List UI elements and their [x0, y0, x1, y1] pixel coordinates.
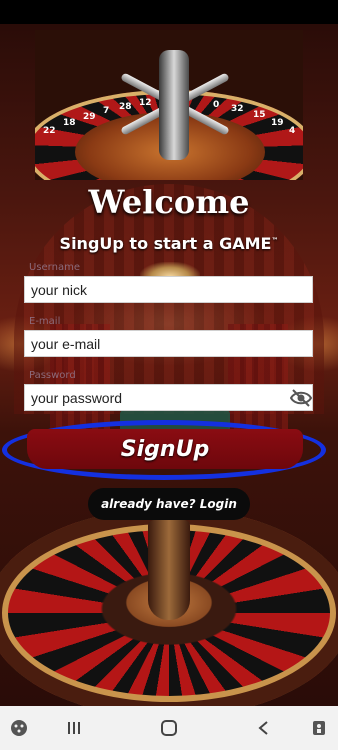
status-bar — [0, 0, 338, 24]
email-field[interactable]: your e-mail — [24, 330, 313, 357]
username-label: Username — [29, 262, 80, 273]
wheel-number: 29 — [83, 112, 96, 122]
welcome-title: Welcome — [88, 183, 250, 221]
email-label: E-mail — [29, 316, 61, 327]
back-icon[interactable] — [248, 706, 280, 750]
hero-roulette-image: 22 18 29 7 28 12 0 32 15 19 4 — [35, 30, 303, 180]
hero-spindle — [159, 50, 189, 160]
wheel-number: 32 — [231, 104, 244, 114]
wheel-number: 19 — [271, 118, 284, 128]
subtitle: SingUp to start a GAME™ — [0, 234, 338, 253]
wheel-number: 4 — [289, 126, 296, 136]
wheel-number: 18 — [63, 118, 76, 128]
wheel-number: 28 — [119, 102, 132, 112]
wheel-number: 12 — [139, 98, 152, 108]
system-nav-bar — [0, 706, 338, 750]
username-field[interactable]: your nick — [24, 276, 313, 303]
password-label: Password — [29, 370, 76, 381]
game-icon[interactable] — [4, 706, 34, 750]
wheel-number: 7 — [103, 106, 110, 116]
accessibility-icon[interactable] — [304, 706, 334, 750]
eye-off-icon[interactable] — [289, 388, 313, 408]
subtitle-trademark: ™ — [271, 236, 279, 245]
signup-button[interactable]: SignUp — [27, 429, 303, 469]
home-icon[interactable] — [153, 706, 185, 750]
password-field[interactable]: your password — [24, 384, 313, 411]
recent-apps-icon[interactable] — [58, 706, 90, 750]
roulette-spindle — [148, 520, 190, 620]
wheel-number: 22 — [43, 126, 56, 136]
login-link[interactable]: already have? Login — [88, 488, 250, 520]
subtitle-text: SingUp to start a GAME — [59, 234, 272, 253]
wheel-number: 0 — [213, 100, 220, 110]
wheel-number: 15 — [253, 110, 266, 120]
